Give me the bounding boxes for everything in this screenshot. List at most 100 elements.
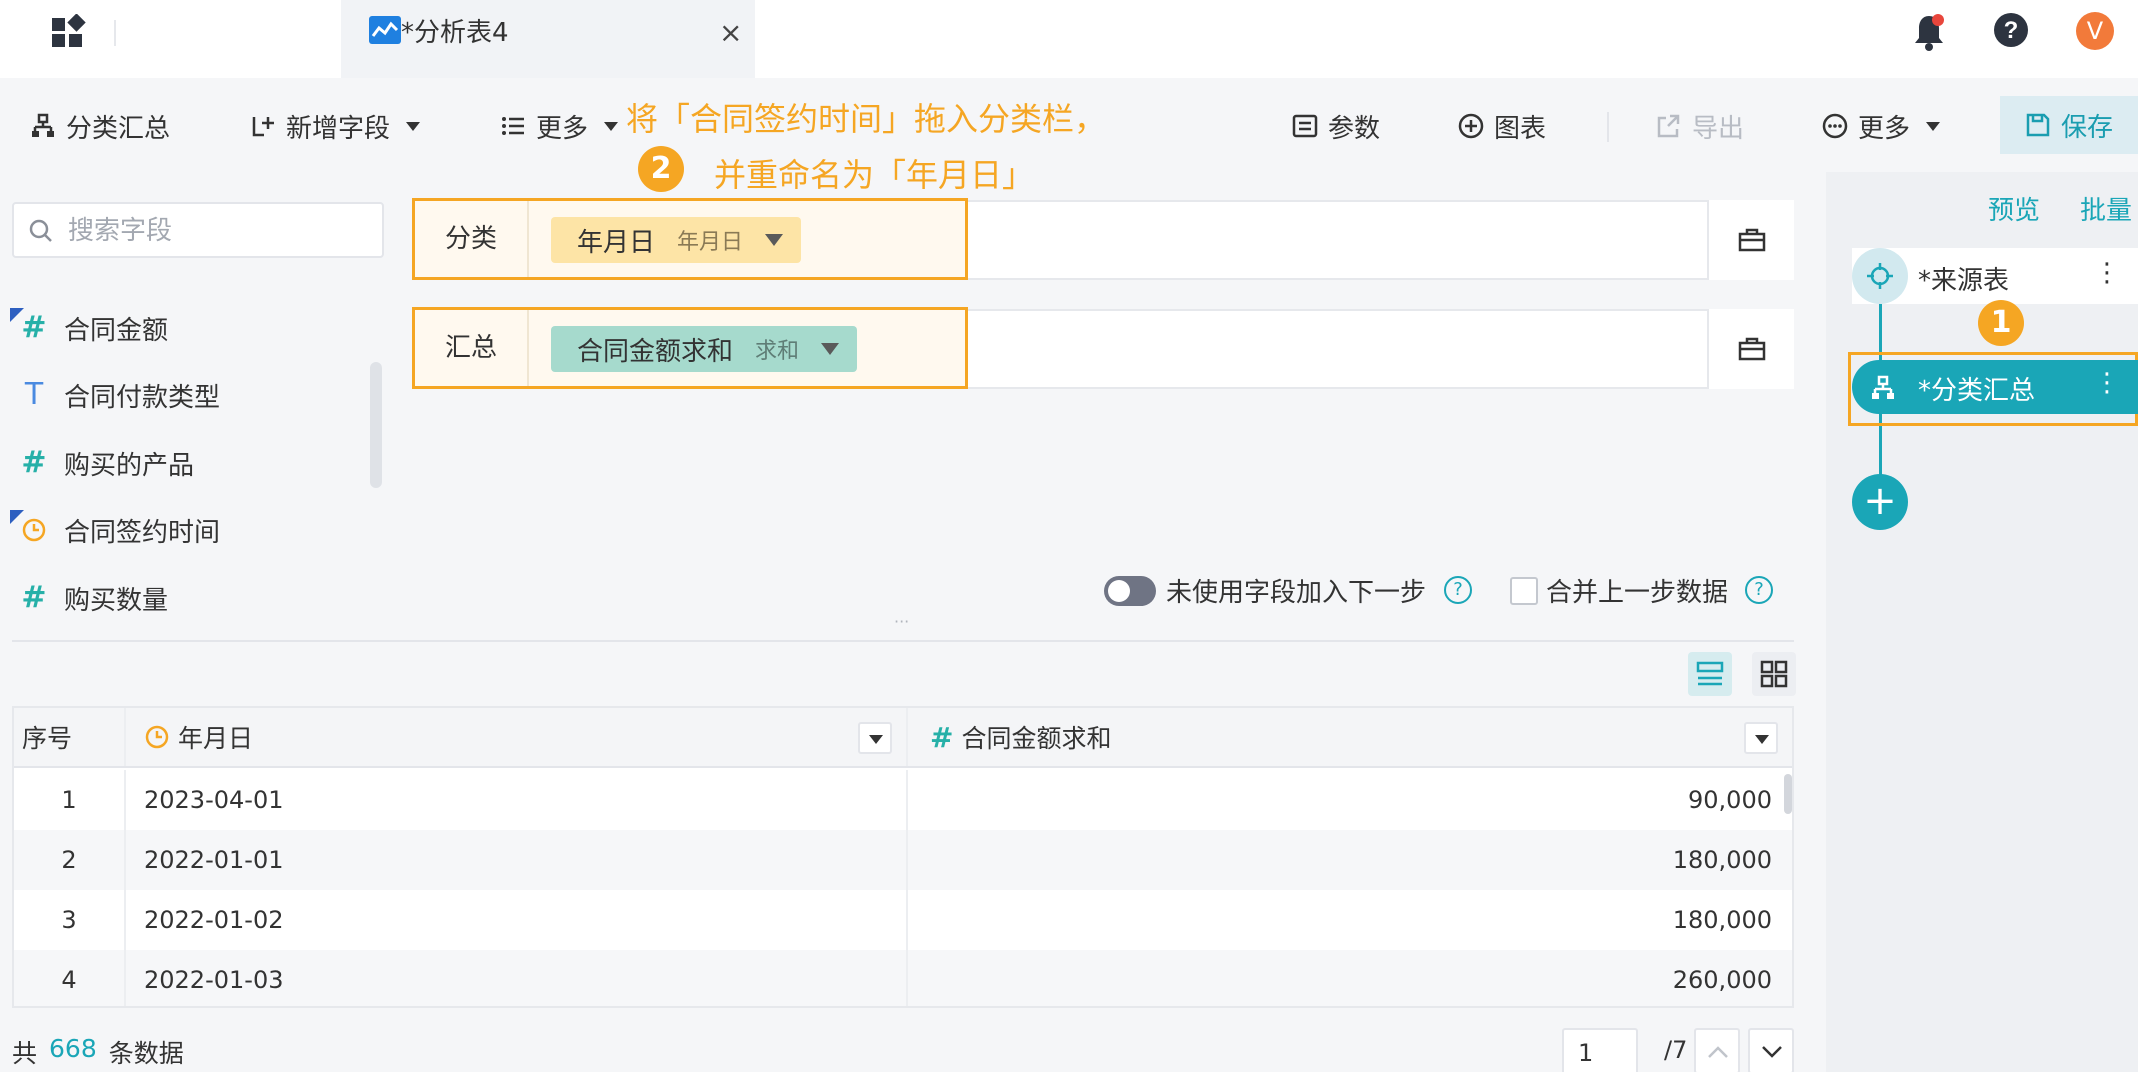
record-count: 共 668 条数据: [12, 1034, 184, 1070]
help-icon[interactable]: ?: [1993, 12, 2029, 48]
field-label: 合同付款类型: [64, 382, 221, 413]
clock-icon: [145, 725, 169, 749]
top-tab-bar: *分析表4 × ? V: [0, 0, 2138, 78]
chevron-down-icon[interactable]: [821, 343, 840, 355]
chevron-down-icon[interactable]: [858, 722, 892, 754]
add-step-button[interactable]: +: [1852, 474, 1908, 530]
field-list-scrollbar[interactable]: [370, 362, 382, 488]
text-field-icon: T: [24, 377, 44, 412]
prev-page-button[interactable]: [1694, 1028, 1740, 1072]
summary-settings-button[interactable]: [1707, 309, 1794, 389]
add-field-label: 新增字段: [286, 113, 391, 144]
cell-amount: 260,000: [1672, 966, 1772, 994]
merge-prev-label: 合并上一步数据: [1546, 578, 1729, 608]
count-suffix: 条数据: [108, 1039, 184, 1068]
table-row[interactable]: 3 2022-01-02 180,000: [14, 890, 1792, 950]
field-label: 合同签约时间: [64, 517, 221, 548]
group-summary-button[interactable]: 分类汇总: [30, 106, 170, 146]
help-icon[interactable]: ?: [1444, 576, 1472, 604]
number-field-icon: #: [930, 720, 954, 754]
view-list-button[interactable]: [1688, 652, 1732, 696]
resize-handle[interactable]: ···: [894, 612, 909, 631]
field-item-sign-time[interactable]: 合同签约时间: [0, 505, 360, 555]
export-button[interactable]: 导出: [1656, 106, 1744, 146]
table-row[interactable]: 1 2023-04-01 90,000: [14, 770, 1792, 830]
column-header-date[interactable]: 年月日: [126, 708, 908, 766]
save-label: 保存: [2060, 112, 2113, 143]
save-icon: [2026, 113, 2050, 137]
search-icon: [29, 219, 52, 242]
more-left-label: 更多: [536, 113, 589, 144]
category-chip-sub: 年月日: [677, 230, 744, 255]
table-row[interactable]: 2 2022-01-01 180,000: [14, 830, 1792, 890]
cell-amount: 180,000: [1672, 846, 1772, 874]
list-view-icon: [1696, 661, 1724, 686]
list-icon: [502, 117, 524, 135]
tab-title: *分析表4: [401, 18, 509, 48]
cell-date: 2022-01-03: [126, 950, 908, 1006]
field-item-product[interactable]: # 购买的产品: [0, 438, 360, 488]
field-label: 购买的产品: [64, 450, 195, 481]
flow-node-source[interactable]: *来源表 ⋮: [1852, 248, 2138, 304]
result-table: 序号 年月日 # 合同金额求和 1 2023-04-01 90,000 2 20…: [12, 706, 1794, 1008]
page-total: /7: [1664, 1036, 1688, 1064]
preview-link[interactable]: 预览: [1988, 190, 2040, 227]
field-search-input[interactable]: [68, 212, 368, 250]
count-prefix: 共: [12, 1039, 38, 1068]
divider: [114, 20, 116, 46]
summary-chip-label: 合同金额求和: [577, 336, 734, 367]
export-label: 导出: [1692, 113, 1745, 144]
category-settings-button[interactable]: [1707, 200, 1794, 280]
target-icon: [1852, 248, 1908, 304]
params-button[interactable]: 参数: [1292, 106, 1380, 146]
avatar[interactable]: V: [2076, 12, 2114, 50]
chart-button[interactable]: 图表: [1458, 106, 1546, 146]
apps-grid-icon[interactable]: [50, 14, 86, 50]
help-icon[interactable]: ?: [1745, 576, 1773, 604]
add-field-button[interactable]: 新增字段: [250, 106, 421, 146]
chevron-down-icon[interactable]: [1744, 722, 1778, 754]
chevron-down-icon: [1926, 121, 1941, 131]
flow-panel: [1826, 172, 2138, 1072]
hierarchy-icon: [1872, 375, 1894, 399]
count-value: 668: [49, 1034, 97, 1063]
source-node-label: *来源表: [1918, 266, 2010, 296]
chevron-down-icon[interactable]: [765, 234, 784, 246]
number-field-icon: #: [21, 580, 47, 615]
number-field-icon: #: [10, 308, 58, 348]
more-vertical-icon[interactable]: ⋮: [2094, 368, 2120, 398]
unused-fields-toggle[interactable]: [1104, 576, 1156, 606]
more-menu-right[interactable]: 更多: [1822, 106, 1941, 146]
batch-link[interactable]: 批量: [2080, 190, 2132, 227]
more-menu-left[interactable]: 更多: [500, 106, 619, 146]
field-label: 购买数量: [64, 585, 169, 616]
column-header-amount[interactable]: # 合同金额求和: [908, 708, 1792, 766]
category-chip[interactable]: 年月日 年月日: [551, 217, 802, 263]
flow-node-group-summary[interactable]: *分类汇总 ⋮: [1852, 360, 2138, 414]
page-number-input[interactable]: [1562, 1028, 1638, 1072]
bell-icon[interactable]: [1912, 12, 1946, 52]
view-grid-button[interactable]: [1752, 652, 1796, 696]
clock-icon: [10, 510, 58, 550]
next-page-button[interactable]: [1748, 1028, 1794, 1072]
document-tab[interactable]: *分析表4 ×: [341, 0, 755, 78]
number-field-icon: #: [21, 445, 47, 480]
save-button[interactable]: 保存: [2000, 96, 2138, 154]
unused-fields-label: 未使用字段加入下一步: [1166, 578, 1427, 608]
more-vertical-icon[interactable]: ⋮: [2094, 258, 2120, 288]
summary-chip[interactable]: 合同金额求和 求和: [551, 326, 858, 372]
field-item-quantity[interactable]: # 购买数量: [0, 573, 360, 623]
close-icon[interactable]: ×: [719, 16, 742, 49]
table-row[interactable]: 4 2022-01-03 260,000: [14, 950, 1792, 1006]
field-item-payment-type[interactable]: T 合同付款类型: [0, 370, 360, 420]
table-scrollbar[interactable]: [1784, 774, 1792, 814]
more-right-label: 更多: [1858, 113, 1911, 144]
svg-text:?: ?: [2004, 17, 2019, 44]
panel-divider: [12, 640, 1794, 642]
toolbar-divider: [1607, 112, 1609, 142]
cell-amount: 90,000: [1688, 786, 1772, 814]
annotation-step2-line1: 将「合同签约时间」拖入分类栏，: [626, 100, 1107, 138]
merge-prev-checkbox[interactable]: [1510, 577, 1538, 605]
field-item-contract-amount[interactable]: # 合同金额: [0, 303, 360, 353]
chevron-down-icon: [406, 121, 421, 131]
